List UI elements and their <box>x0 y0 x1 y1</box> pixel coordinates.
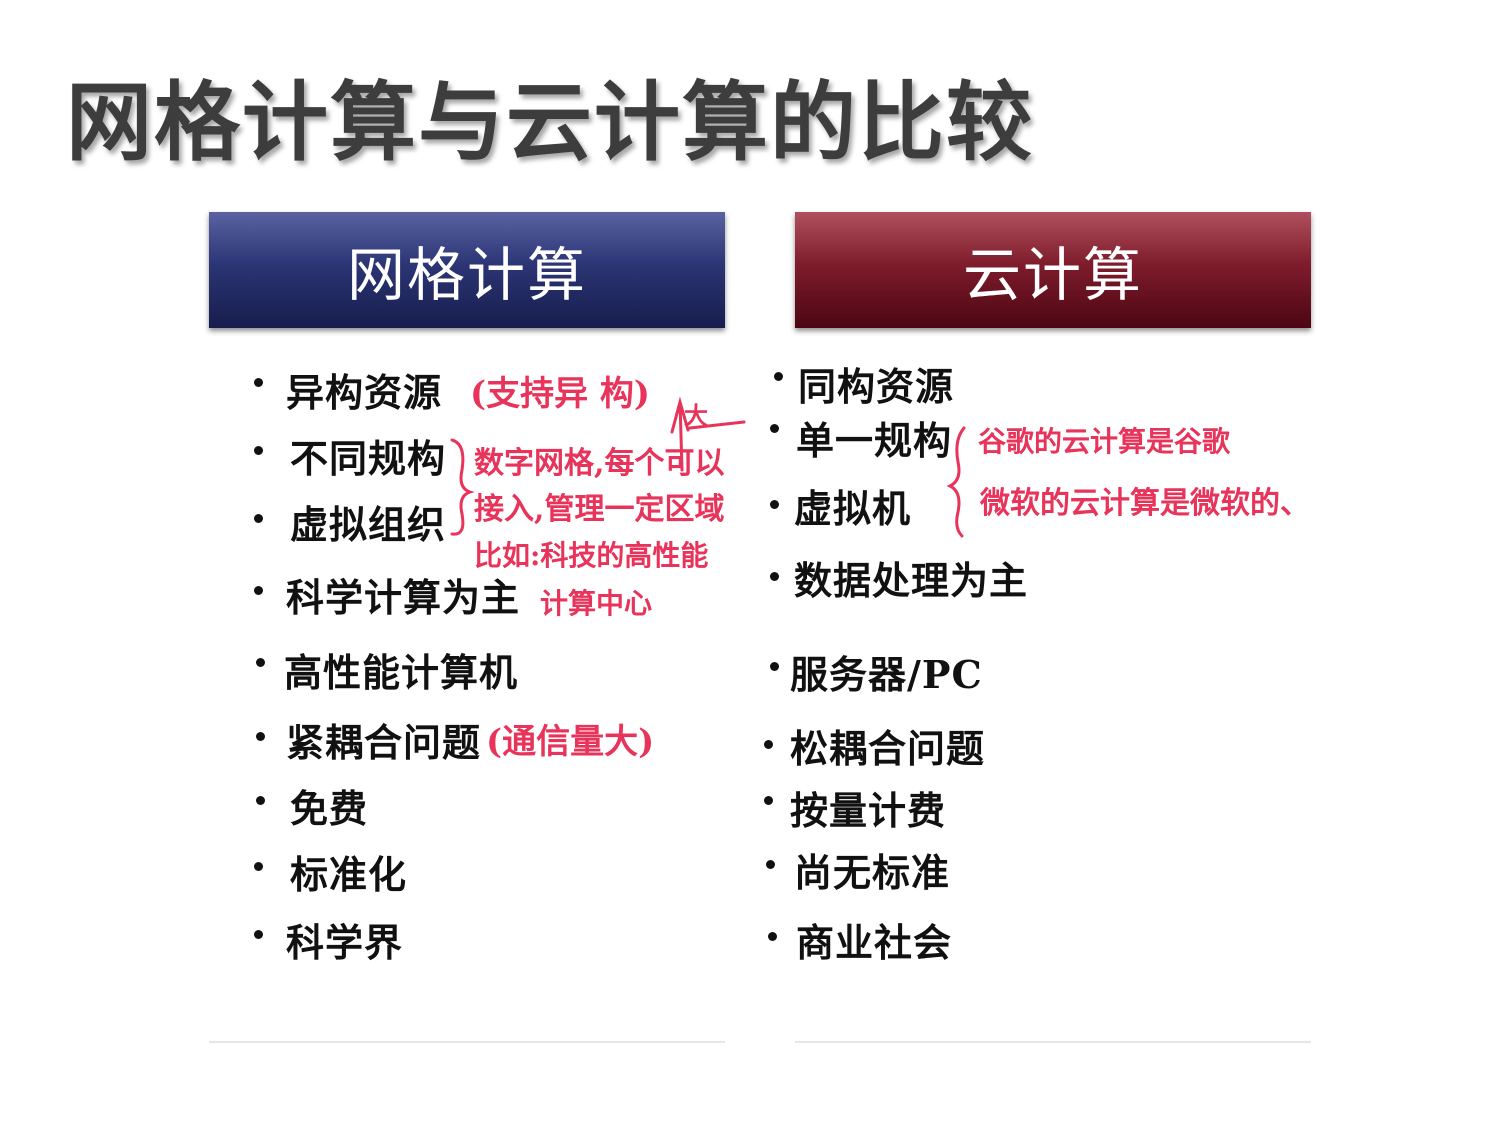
annotation-strokes <box>450 396 966 538</box>
cloud-brace-stroke <box>946 426 966 538</box>
arrow-stroke <box>670 396 690 472</box>
underline-stroke <box>688 420 746 430</box>
grid-brace-stroke <box>450 438 475 536</box>
